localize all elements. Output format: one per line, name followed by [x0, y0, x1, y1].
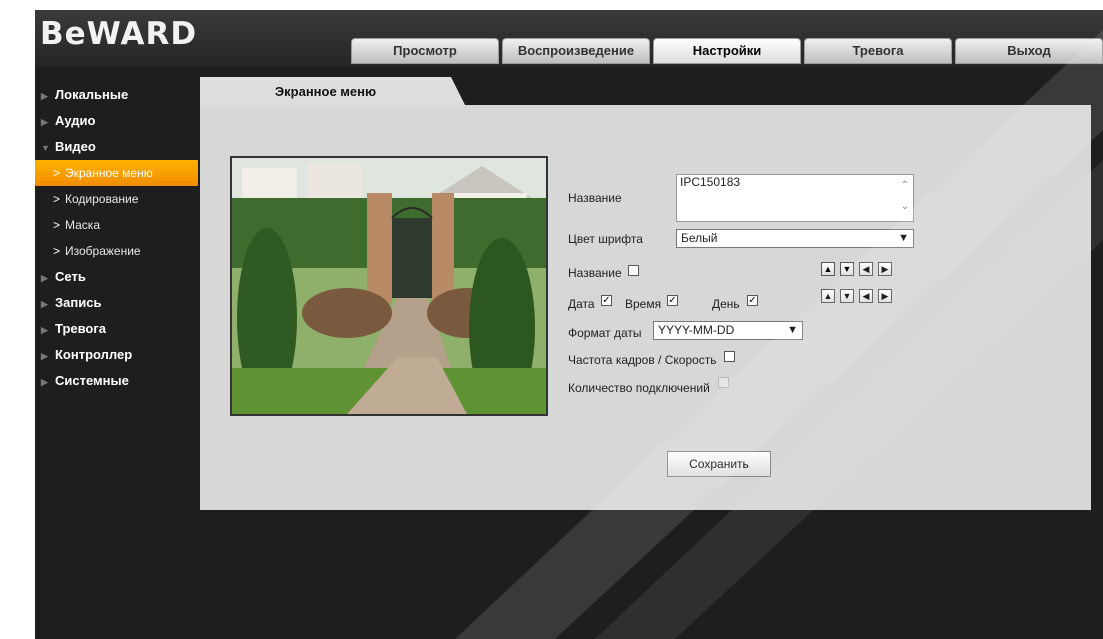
- sidebar-item-audio[interactable]: ▶ Аудио: [35, 108, 200, 134]
- tab-settings[interactable]: Настройки: [653, 38, 801, 64]
- triangle-right-icon: ▶: [41, 351, 48, 361]
- sidebar-subitem-label: Маска: [65, 218, 100, 232]
- triangle-right-icon: ▶: [41, 91, 48, 101]
- brand-logo: BeWARD: [40, 16, 198, 52]
- triangle-right-icon: ▶: [41, 325, 48, 335]
- sidebar-subitem-encoding[interactable]: > Кодирование: [35, 186, 200, 212]
- name-label: Название: [568, 191, 622, 205]
- top-nav-tabs: Просмотр Воспроизведение Настройки Трево…: [351, 38, 1103, 64]
- sidebar-menu: ▶ Локальные ▶ Аудио ▼ Видео > Экранное меню …: [35, 82, 200, 394]
- tab-playback[interactable]: Воспроизведение: [502, 38, 650, 64]
- arrow-left-icon[interactable]: ◀: [859, 262, 873, 276]
- sidebar-item-network[interactable]: ▶ Сеть: [35, 264, 200, 290]
- sidebar-item-video[interactable]: ▼ Видео: [35, 134, 200, 160]
- sidebar-item-label: Аудио: [55, 113, 96, 128]
- sidebar-item-controller[interactable]: ▶ Контроллер: [35, 342, 200, 368]
- date-checkbox[interactable]: ✓: [601, 295, 612, 306]
- sidebar-item-record[interactable]: ▶ Запись: [35, 290, 200, 316]
- time-checkbox[interactable]: ✓: [667, 295, 678, 306]
- font-color-select[interactable]: Белый ▼: [676, 229, 914, 248]
- date-format-value: YYYY-MM-DD: [658, 323, 735, 337]
- sidebar-item-label: Контроллер: [55, 347, 133, 362]
- sidebar-subitem-image[interactable]: > Изображение: [35, 238, 200, 264]
- name-input-value: IPC150183: [680, 175, 741, 189]
- sidebar-item-label: Тревога: [55, 321, 107, 336]
- chevron-right-icon: >: [53, 166, 61, 180]
- date-format-label: Формат даты: [568, 326, 642, 340]
- chevron-right-icon: >: [53, 218, 61, 232]
- sidebar-subitem-label: Кодирование: [65, 192, 139, 206]
- tab-logout[interactable]: Выход: [955, 38, 1103, 64]
- font-color-value: Белый: [681, 231, 718, 245]
- sidebar-item-label: Запись: [55, 295, 102, 310]
- chevron-right-icon: >: [53, 244, 61, 258]
- arrow-down-icon[interactable]: ▼: [840, 262, 854, 276]
- sidebar-item-system[interactable]: ▶ Системные: [35, 368, 200, 394]
- name-input[interactable]: IPC150183 ⌃ ⌄: [676, 174, 914, 222]
- arrow-right-icon[interactable]: ▶: [878, 262, 892, 276]
- header-bar: BeWARD Просмотр Воспроизведение Настройк…: [35, 10, 1103, 66]
- arrow-left-icon[interactable]: ◀: [859, 289, 873, 303]
- triangle-right-icon: ▶: [41, 377, 48, 387]
- sidebar-subitem-label: Изображение: [65, 244, 141, 258]
- sidebar-item-alarm[interactable]: ▶ Тревога: [35, 316, 200, 342]
- sidebar-subitem-mask[interactable]: > Маска: [35, 212, 200, 238]
- scroll-up-icon[interactable]: ⌃: [901, 180, 909, 191]
- time-label: Время: [625, 297, 662, 311]
- connections-label: Количество подключений: [568, 381, 710, 395]
- sidebar-item-label: Сеть: [55, 269, 86, 284]
- sidebar-item-label: Локальные: [55, 87, 129, 102]
- triangle-down-icon: ▼: [41, 143, 50, 153]
- chevron-down-icon: ▼: [898, 232, 909, 244]
- video-preview: [230, 156, 548, 416]
- sidebar-item-local[interactable]: ▶ Локальные: [35, 82, 200, 108]
- sidebar-item-label: Системные: [55, 373, 129, 388]
- framerate-label: Частота кадров / Скорость: [568, 353, 717, 367]
- app-window: BeWARD Просмотр Воспроизведение Настройк…: [35, 10, 1103, 639]
- triangle-right-icon: ▶: [41, 117, 48, 127]
- arrow-up-icon[interactable]: ▲: [821, 289, 835, 303]
- date-label: Дата: [568, 297, 595, 311]
- font-color-label: Цвет шрифта: [568, 232, 643, 246]
- framerate-checkbox[interactable]: [724, 351, 735, 362]
- tab-view[interactable]: Просмотр: [351, 38, 499, 64]
- save-button[interactable]: Сохранить: [667, 451, 771, 477]
- tab-alarm[interactable]: Тревога: [804, 38, 952, 64]
- triangle-right-icon: ▶: [41, 299, 48, 309]
- sidebar-subitem-label: Экранное меню: [65, 166, 153, 180]
- date-format-select[interactable]: YYYY-MM-DD ▼: [653, 321, 803, 340]
- show-name-checkbox[interactable]: [628, 265, 639, 276]
- arrow-down-icon[interactable]: ▼: [840, 289, 854, 303]
- connections-checkbox: [718, 377, 729, 388]
- chevron-right-icon: >: [53, 192, 61, 206]
- arrow-up-icon[interactable]: ▲: [821, 262, 835, 276]
- sidebar-subitem-osd[interactable]: > Экранное меню: [35, 160, 198, 186]
- sidebar-item-label: Видео: [55, 139, 96, 154]
- arrow-right-icon[interactable]: ▶: [878, 289, 892, 303]
- panel-tab-osd[interactable]: Экранное меню: [200, 77, 465, 105]
- video-preview-image: [232, 158, 546, 414]
- day-checkbox[interactable]: ✓: [747, 295, 758, 306]
- settings-panel: Название IPC150183 ⌃ ⌄ Цвет шрифта Белый…: [200, 105, 1091, 510]
- chevron-down-icon: ▼: [787, 324, 798, 336]
- show-name-label: Название: [568, 266, 622, 280]
- day-label: День: [712, 297, 740, 311]
- scroll-down-icon[interactable]: ⌄: [901, 201, 909, 212]
- triangle-right-icon: ▶: [41, 273, 48, 283]
